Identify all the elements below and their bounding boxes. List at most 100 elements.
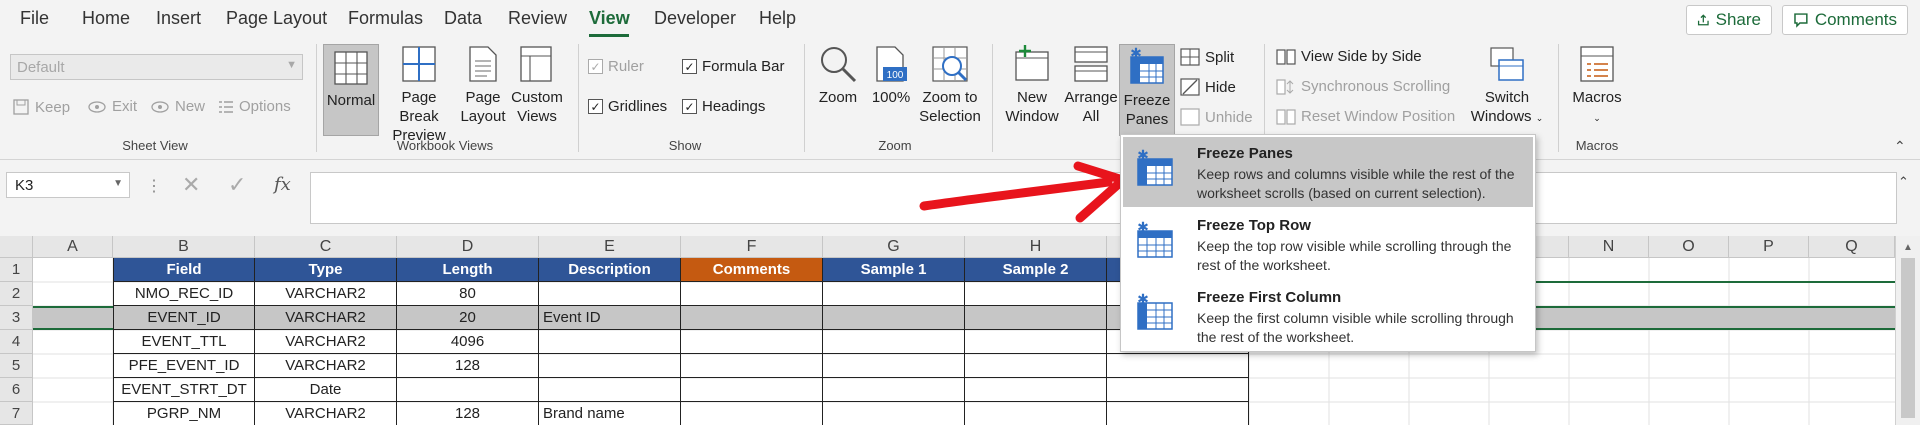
table-cell[interactable]: 4096 <box>397 330 539 354</box>
tab-home[interactable]: Home <box>82 8 130 29</box>
switch-windows-button[interactable]: Switch Windows ⌄ <box>1468 44 1546 128</box>
table-cell[interactable]: 20 <box>397 306 539 330</box>
table-cell[interactable] <box>539 378 681 402</box>
column-header[interactable]: B <box>113 236 255 258</box>
zoom-button[interactable]: Zoom <box>812 44 864 107</box>
table-cell[interactable] <box>681 378 823 402</box>
freeze-panes-button[interactable]: ✱ Freeze Panes ⌄ <box>1119 44 1175 145</box>
column-header[interactable]: O <box>1649 236 1729 258</box>
menu-item-freeze-top-row[interactable]: ✱ Freeze Top Row Keep the top row visibl… <box>1123 209 1533 279</box>
collapse-ribbon-icon[interactable]: ⌃ <box>1894 138 1906 155</box>
column-header[interactable]: F <box>681 236 823 258</box>
keep-button[interactable]: Keep <box>12 98 70 116</box>
insert-function-icon[interactable]: fx <box>274 174 291 195</box>
new-sheet-view-button[interactable]: New <box>150 98 205 115</box>
cancel-icon[interactable]: ✕ <box>182 172 200 198</box>
reset-window-position-button[interactable]: Reset Window Position <box>1276 108 1455 125</box>
table-cell[interactable]: VARCHAR2 <box>255 402 397 425</box>
tab-data[interactable]: Data <box>444 8 482 29</box>
menu-item-freeze-first-column[interactable]: ✱ Freeze First Column Keep the first col… <box>1123 281 1533 351</box>
table-cell[interactable]: EVENT_ID <box>113 306 255 330</box>
table-cell[interactable] <box>823 354 965 378</box>
table-cell[interactable] <box>965 402 1107 425</box>
table-cell[interactable]: EVENT_STRT_DT <box>113 378 255 402</box>
row-header[interactable]: 6 <box>0 378 33 402</box>
column-header[interactable]: D <box>397 236 539 258</box>
column-header[interactable]: G <box>823 236 965 258</box>
table-cell[interactable] <box>1107 378 1249 402</box>
formula-bar-checkbox[interactable]: ✓ Formula Bar <box>682 58 785 75</box>
tab-file[interactable]: File <box>20 8 49 29</box>
column-header[interactable]: Q <box>1809 236 1895 258</box>
zoom-100-button[interactable]: 100 100% <box>868 44 914 107</box>
table-cell[interactable] <box>823 402 965 425</box>
row-header[interactable]: 1 <box>0 258 33 282</box>
table-header-cell[interactable]: Sample 2 <box>965 258 1107 282</box>
table-cell[interactable] <box>681 402 823 425</box>
tab-help[interactable]: Help <box>759 8 796 29</box>
arrange-all-button[interactable]: Arrange All <box>1062 44 1120 126</box>
zoom-to-selection-button[interactable]: Zoom to Selection <box>916 44 984 126</box>
tab-page-layout[interactable]: Page Layout <box>226 8 327 29</box>
more-options-icon[interactable]: ⋮ <box>146 176 162 196</box>
table-header-cell[interactable]: Description <box>539 258 681 282</box>
exit-button[interactable]: Exit <box>87 98 137 115</box>
row-header[interactable]: 4 <box>0 330 33 354</box>
table-cell[interactable] <box>681 354 823 378</box>
page-layout-button[interactable]: Page Layout <box>459 44 507 126</box>
tab-developer[interactable]: Developer <box>654 8 736 29</box>
tab-insert[interactable]: Insert <box>156 8 201 29</box>
table-cell[interactable]: VARCHAR2 <box>255 306 397 330</box>
select-all-corner[interactable] <box>0 236 33 258</box>
scroll-up-icon[interactable]: ▲ <box>1903 242 1913 253</box>
table-cell[interactable]: NMO_REC_ID <box>113 282 255 306</box>
split-button[interactable]: Split <box>1180 48 1234 66</box>
page-break-preview-button[interactable]: Page Break Preview <box>381 44 457 145</box>
options-button[interactable]: Options <box>218 98 291 115</box>
table-cell[interactable]: Event ID <box>539 306 681 330</box>
table-cell[interactable]: Date <box>255 378 397 402</box>
table-header-cell[interactable]: Type <box>255 258 397 282</box>
column-header[interactable]: P <box>1729 236 1809 258</box>
table-cell[interactable] <box>823 282 965 306</box>
sheet-view-combo[interactable]: Default ▼ <box>10 54 303 80</box>
name-box[interactable]: K3 ▼ <box>6 172 130 198</box>
table-cell[interactable] <box>681 306 823 330</box>
table-header-cell[interactable]: Comments <box>681 258 823 282</box>
enter-icon[interactable]: ✓ <box>228 172 246 198</box>
table-cell[interactable] <box>823 330 965 354</box>
column-header[interactable]: E <box>539 236 681 258</box>
table-cell[interactable] <box>965 378 1107 402</box>
expand-formula-bar-icon[interactable]: ⌃ <box>1898 174 1909 190</box>
table-cell[interactable] <box>397 378 539 402</box>
comments-button[interactable]: Comments <box>1782 5 1908 35</box>
synchronous-scrolling-button[interactable]: Synchronous Scrolling <box>1276 78 1450 95</box>
column-header[interactable]: C <box>255 236 397 258</box>
table-cell[interactable]: 80 <box>397 282 539 306</box>
tab-formulas[interactable]: Formulas <box>348 8 423 29</box>
table-cell[interactable] <box>539 330 681 354</box>
table-cell[interactable] <box>539 282 681 306</box>
table-cell[interactable]: 128 <box>397 354 539 378</box>
scrollbar-thumb[interactable] <box>1901 258 1915 418</box>
row-header[interactable]: 2 <box>0 282 33 306</box>
column-header[interactable]: N <box>1569 236 1649 258</box>
row-header[interactable]: 5 <box>0 354 33 378</box>
column-header[interactable]: H <box>965 236 1107 258</box>
table-cell[interactable] <box>965 306 1107 330</box>
table-cell[interactable]: PFE_EVENT_ID <box>113 354 255 378</box>
normal-view-button[interactable]: Normal <box>323 44 379 136</box>
tab-view[interactable]: View <box>589 8 630 29</box>
table-cell[interactable]: 128 <box>397 402 539 425</box>
table-cell[interactable] <box>539 354 681 378</box>
table-header-cell[interactable]: Sample 1 <box>823 258 965 282</box>
table-cell[interactable] <box>1107 354 1249 378</box>
hide-button[interactable]: Hide <box>1180 78 1236 96</box>
table-header-cell[interactable]: Length <box>397 258 539 282</box>
table-cell[interactable] <box>681 282 823 306</box>
table-cell[interactable]: Brand name <box>539 402 681 425</box>
table-cell[interactable] <box>823 378 965 402</box>
table-cell[interactable]: VARCHAR2 <box>255 282 397 306</box>
table-cell[interactable] <box>823 306 965 330</box>
menu-item-freeze-panes[interactable]: ✱ Freeze Panes Keep rows and columns vis… <box>1123 137 1533 207</box>
